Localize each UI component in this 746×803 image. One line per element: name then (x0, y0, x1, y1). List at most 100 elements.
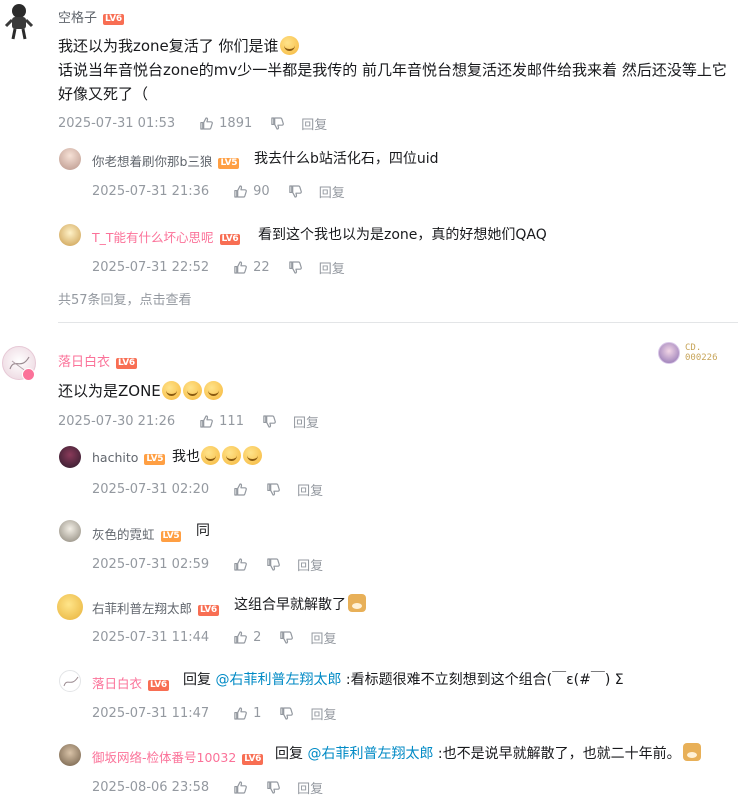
timestamp: 2025-07-31 02:20 (92, 482, 210, 497)
reply-meta: 2025-07-31 11:44 2 回复 (92, 628, 336, 647)
dislike-button[interactable] (288, 260, 303, 275)
like-button[interactable] (233, 557, 248, 572)
reply-button[interactable]: 回复 (297, 555, 323, 574)
reply-button[interactable]: 回复 (297, 778, 323, 797)
thumb-down-icon (266, 482, 281, 497)
reply-text: 同 (196, 523, 210, 539)
reply-meta: 2025-07-31 11:47 1 回复 (92, 704, 336, 723)
timestamp: 2025-07-31 22:52 (92, 260, 210, 275)
thumb-down-icon (279, 630, 294, 645)
level-badge: LV5 (144, 454, 166, 465)
like-count: 111 (219, 414, 244, 429)
username[interactable]: 空格子 LV6 (58, 7, 124, 26)
thumb-up-icon (199, 414, 214, 429)
dislike-button[interactable] (266, 780, 281, 795)
user-avatar[interactable] (59, 148, 81, 170)
thumb-down-icon (288, 260, 303, 275)
like-button[interactable]: 2 (233, 630, 261, 645)
doge-emoji-icon (682, 743, 701, 761)
laugh-emoji-icon (201, 446, 220, 465)
reply-button[interactable]: 回复 (319, 258, 345, 277)
dislike-button[interactable] (288, 184, 303, 199)
dislike-button[interactable] (266, 557, 281, 572)
like-button[interactable]: 22 (233, 260, 270, 275)
dislike-button[interactable] (262, 414, 277, 429)
level-badge: LV6 (242, 754, 264, 765)
reply-text: 这组合早就解散了 (234, 593, 366, 617)
like-button[interactable] (233, 780, 248, 795)
like-button[interactable]: 1 (233, 706, 261, 721)
thumb-up-icon (233, 706, 248, 721)
timestamp: 2025-07-31 11:44 (92, 630, 210, 645)
comment-meta: 2025-07-30 21:26 111 回复 (58, 412, 319, 431)
comment-text: 我还以为我zone复活了 你们是谁 话说当年音悦台zone的mv少一半都是我传的… (58, 36, 727, 103)
reply-button[interactable]: 回复 (301, 114, 327, 133)
thumb-down-icon (288, 184, 303, 199)
level-badge: LV6 (198, 605, 219, 616)
reply-meta: 2025-08-06 23:58 回复 (92, 778, 323, 797)
thread-divider (58, 322, 738, 323)
laugh-emoji-icon (222, 446, 241, 465)
like-count: 1 (253, 706, 262, 721)
thumb-up-icon (233, 184, 248, 199)
like-button[interactable] (233, 482, 248, 497)
reply-button[interactable]: 回复 (293, 412, 319, 431)
timestamp: 2025-07-31 02:59 (92, 557, 210, 572)
user-avatar[interactable] (4, 2, 34, 40)
level-badge: LV5 (218, 158, 240, 169)
reply-text: 我去什么b站活化石，四位uid (254, 151, 439, 167)
username[interactable]: T_T能有什么坏心思呢 LV6 (92, 227, 241, 246)
thumb-up-icon (199, 116, 214, 131)
like-button[interactable]: 90 (233, 184, 270, 199)
dislike-button[interactable] (279, 630, 294, 645)
user-avatar[interactable] (59, 224, 81, 246)
reply-meta: 2025-07-31 02:59 回复 (92, 555, 323, 574)
like-count: 22 (253, 260, 270, 275)
laugh-emoji-icon (203, 381, 223, 400)
fan-badge-number: CD. 000226 (685, 343, 718, 363)
thumb-down-icon (266, 780, 281, 795)
fan-badge[interactable]: CD. 000226 (658, 342, 718, 364)
thumb-down-icon (270, 116, 285, 131)
reply-meta: 2025-07-31 21:36 90 回复 (92, 182, 345, 201)
user-avatar[interactable] (59, 520, 81, 542)
username[interactable]: 右菲利普左翔太郎 LV6 (92, 598, 219, 617)
username[interactable]: 落日白衣 LV6 (92, 673, 169, 692)
reply-button[interactable]: 回复 (310, 628, 336, 647)
username[interactable]: hachito LV5 (92, 450, 166, 465)
level-badge: LV6 (219, 234, 241, 245)
laugh-emoji-icon (243, 446, 262, 465)
doge-emoji-icon (348, 594, 366, 612)
dislike-button[interactable] (270, 116, 285, 131)
thumb-up-icon (233, 260, 248, 275)
mention-link[interactable]: @右菲利普左翔太郎 (307, 746, 433, 762)
thumb-up-icon (233, 557, 248, 572)
user-avatar[interactable] (57, 594, 83, 620)
username[interactable]: 灰色的霓虹 LV5 (92, 524, 182, 543)
reply-button[interactable]: 回复 (319, 182, 345, 201)
user-avatar[interactable] (59, 670, 81, 692)
reply-button[interactable]: 回复 (297, 480, 323, 499)
like-button[interactable]: 1891 (199, 116, 252, 131)
dislike-button[interactable] (266, 482, 281, 497)
comment-meta: 2025-07-31 01:53 1891 回复 (58, 114, 327, 133)
username[interactable]: 你老想着刷你那b三狼 LV5 (92, 151, 240, 170)
reply-text: 回复 @右菲利普左翔太郎 :看标题很难不立刻想到这个组合(￣ε(#￣) Σ (183, 672, 624, 688)
reply-button[interactable]: 回复 (310, 704, 336, 723)
dislike-button[interactable] (279, 706, 294, 721)
laugh-emoji-icon (279, 36, 299, 55)
timestamp: 2025-07-30 21:26 (58, 414, 176, 429)
reply-meta: 2025-07-31 22:52 22 回复 (92, 258, 345, 277)
laugh-emoji-icon (161, 381, 181, 400)
user-avatar[interactable] (59, 744, 81, 766)
view-more-replies[interactable]: 共57条回复，点击查看 (58, 289, 192, 308)
like-button[interactable]: 111 (199, 414, 244, 429)
username[interactable]: 御坂网络-检体番号10032 LV6 (92, 747, 264, 766)
reply-text: 回复 @右菲利普左翔太郎 :也不是说早就解散了，也就二十年前。 (275, 742, 701, 766)
thumb-up-icon (233, 630, 248, 645)
level-badge: LV6 (116, 358, 137, 369)
mention-link[interactable]: @右菲利普左翔太郎 (215, 672, 341, 688)
reply-text: 看到这个我也以为是zone，真的好想她们QAQ (258, 227, 547, 243)
username[interactable]: 落日白衣 LV6 (58, 351, 137, 370)
user-avatar[interactable] (59, 446, 81, 468)
